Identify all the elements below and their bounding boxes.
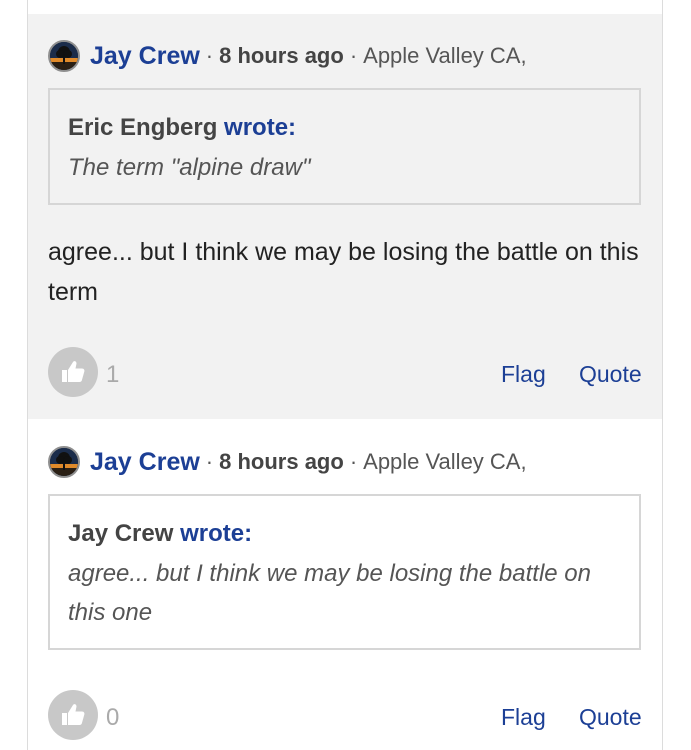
separator: · [205, 43, 214, 68]
quote-text: The term "alpine draw" [68, 154, 311, 181]
comment-actions: 1 Flag Quote [48, 347, 642, 401]
thumbs-up-icon [62, 704, 85, 725]
comment-body: agree... but I think we may be losing th… [48, 238, 639, 306]
flag-link[interactable]: Flag [501, 361, 546, 388]
quote-link[interactable]: Quote [579, 361, 642, 388]
avatar-tree-image [50, 42, 78, 70]
location: Apple Valley CA, [363, 449, 527, 474]
separator: · [205, 449, 214, 474]
comment: Jay Crew · 8 hours ago · Apple Valley CA… [28, 14, 662, 419]
timestamp: 8 hours ago [219, 43, 344, 68]
like-count: 1 [106, 361, 120, 388]
comment: Jay Crew · 8 hours ago · Apple Valley CA… [28, 420, 662, 750]
avatar[interactable] [48, 446, 80, 478]
separator: · [349, 449, 358, 474]
flag-link[interactable]: Flag [501, 704, 546, 731]
comment-actions: 0 Flag Quote [48, 690, 642, 744]
quote-wrote: wrote: [224, 114, 297, 141]
quote-wrote: wrote: [180, 520, 253, 547]
quote-author: Eric Engberg [68, 114, 218, 141]
author-link[interactable]: Jay Crew [90, 448, 200, 477]
like-button[interactable] [48, 690, 98, 740]
comment-header: Jay Crew · 8 hours ago · Apple Valley CA… [48, 444, 527, 480]
quote-author: Jay Crew [68, 520, 174, 547]
avatar[interactable] [48, 40, 80, 72]
location: Apple Valley CA, [363, 43, 527, 68]
like-button[interactable] [48, 347, 98, 397]
quote-attribution: Eric Engberg wrote: [68, 112, 621, 144]
quote-attribution: Jay Crew wrote: [68, 518, 621, 550]
quote-text: agree... but I think we may be losing th… [68, 560, 591, 626]
quoted-comment: Jay Crew wrote: agree... but I think we … [48, 494, 641, 650]
quoted-comment: Eric Engberg wrote: The term "alpine dra… [48, 88, 641, 205]
separator: · [349, 43, 358, 68]
like-count: 0 [106, 704, 120, 731]
right-border [662, 0, 663, 750]
quote-link[interactable]: Quote [579, 704, 642, 731]
avatar-tree-image [50, 448, 78, 476]
timestamp: 8 hours ago [219, 449, 344, 474]
comments-page: Jay Crew · 8 hours ago · Apple Valley CA… [0, 0, 691, 750]
comment-header: Jay Crew · 8 hours ago · Apple Valley CA… [48, 38, 527, 74]
thumbs-up-icon [62, 361, 85, 382]
author-link[interactable]: Jay Crew [90, 42, 200, 71]
